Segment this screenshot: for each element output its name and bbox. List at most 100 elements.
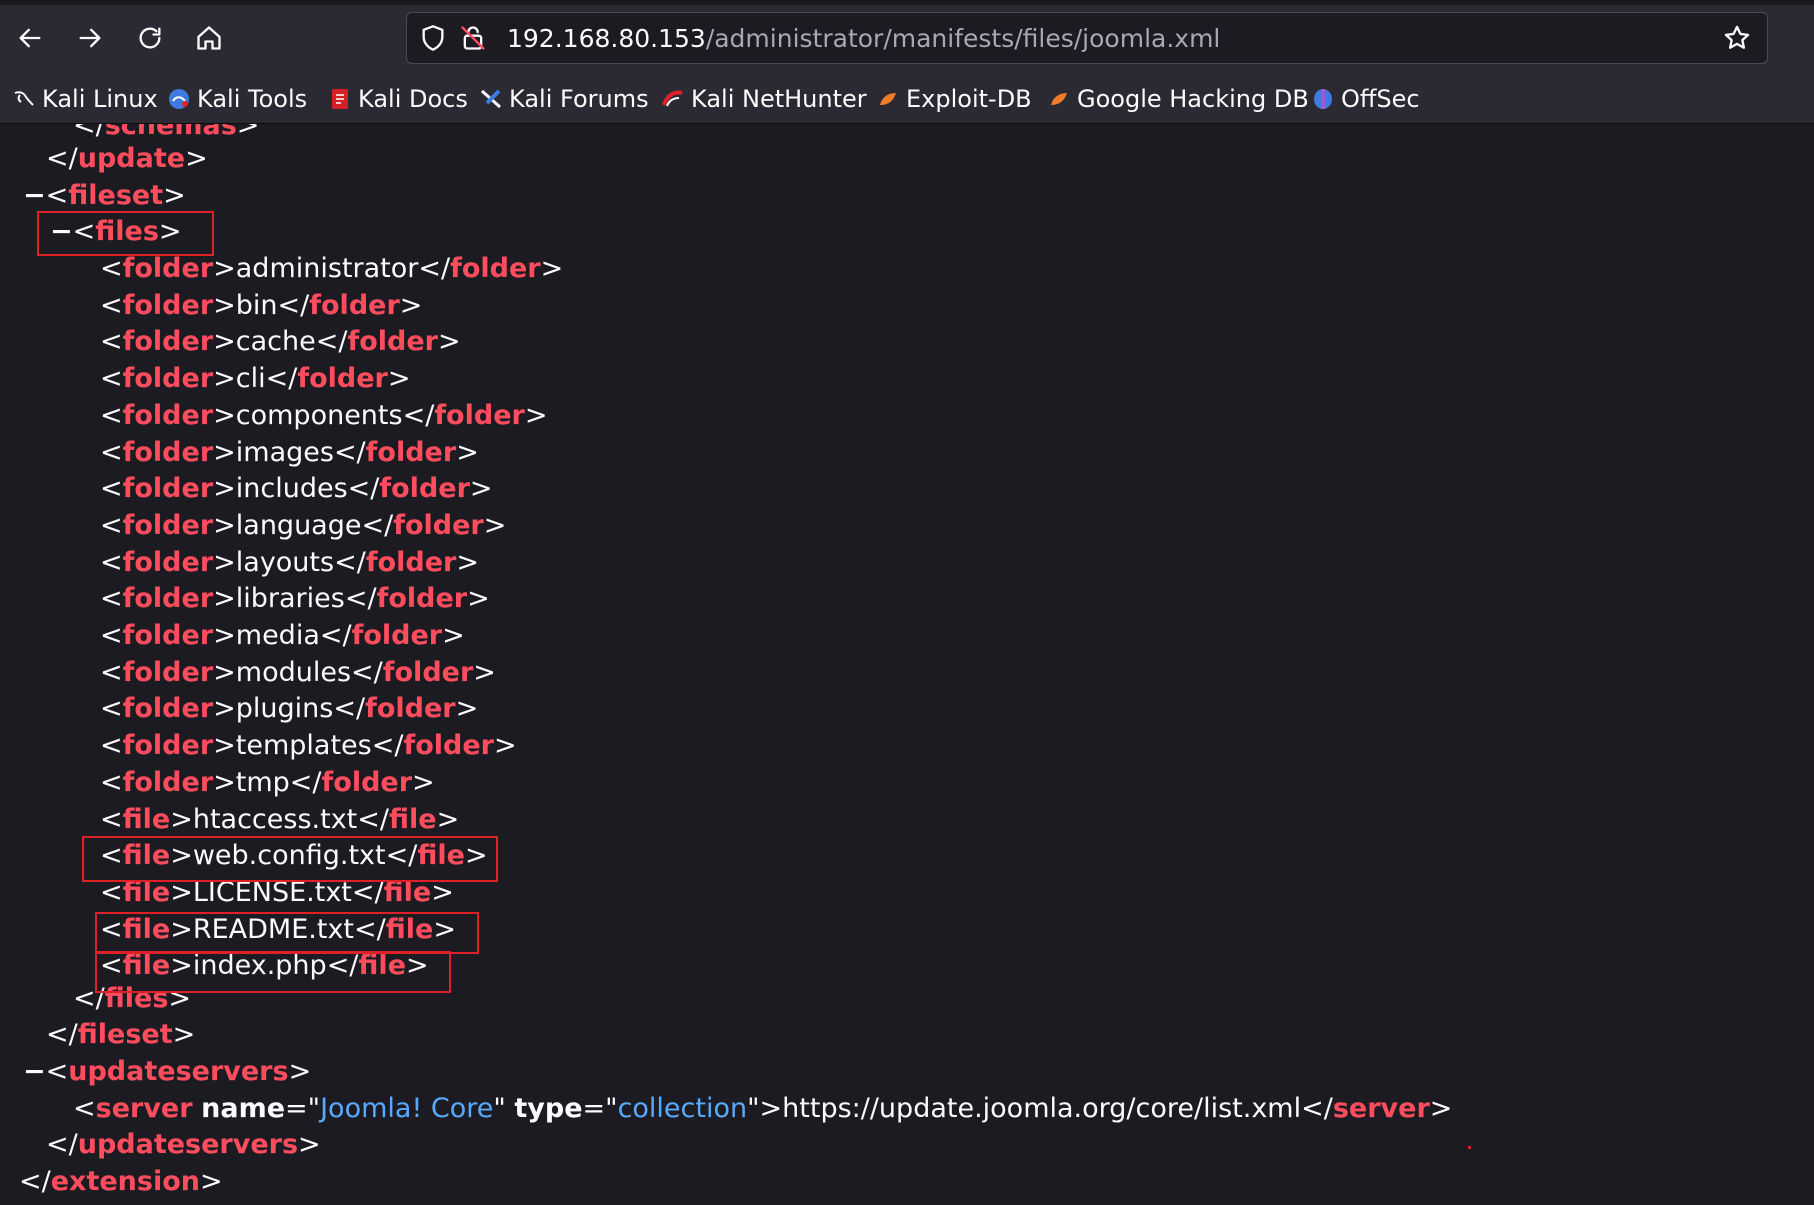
- tag-name: folder: [122, 693, 214, 724]
- home-icon: [197, 26, 221, 50]
- folder-entry: <folder>language</folder>: [100, 510, 507, 541]
- tag-name: folder: [351, 620, 443, 651]
- tag-name: folder: [122, 547, 214, 578]
- bookmark-offsec[interactable]: OffSec: [1311, 83, 1420, 115]
- folder-entry: <folder>bin</folder>: [100, 290, 423, 321]
- tag-name: folder: [379, 473, 470, 504]
- tag-name: folder: [297, 363, 388, 394]
- xml-server-line: <server name="Joomla! Core" type="collec…: [73, 1093, 1453, 1124]
- tag-name: updateservers: [68, 1056, 289, 1087]
- bookmarks-toolbar: Kali Linux Kali Tools Kali Docs Kali For…: [0, 75, 1814, 124]
- home-button[interactable]: [189, 18, 229, 58]
- collapse-toggle[interactable]: −: [23, 1056, 46, 1087]
- tag-name: folder: [347, 326, 438, 357]
- xml-updateservers-open[interactable]: −<updateservers>: [23, 1054, 311, 1090]
- folder-entry: <folder>images</folder>: [100, 437, 479, 468]
- tag-name: file: [389, 804, 437, 835]
- folder-entry: <folder>cache</folder>: [100, 326, 461, 357]
- tag-name: folder: [403, 730, 494, 761]
- xml-extension-close: </extension>: [19, 1166, 223, 1197]
- folder-entry: <folder>administrator</folder>: [100, 253, 564, 284]
- tag-name: folder: [434, 400, 525, 431]
- folder-name: bin: [235, 290, 278, 321]
- folder-entry: <folder>layouts</folder>: [100, 547, 479, 578]
- bookmark-kali-tools[interactable]: Kali Tools: [167, 83, 307, 115]
- kali-forums-icon: [481, 89, 501, 109]
- attr-name: name: [201, 1093, 286, 1124]
- browser-toolbar: 192.168.80.153/administrator/manifests/f…: [0, 0, 1814, 75]
- bookmark-label: Exploit-DB: [906, 85, 1032, 113]
- folder-entry: <folder>plugins</folder>: [100, 693, 479, 724]
- tag-name: server: [1332, 1093, 1430, 1124]
- highlight-box-readme: [95, 912, 479, 954]
- bookmark-kali-linux[interactable]: Kali Linux: [12, 83, 158, 115]
- tag-name: folder: [376, 583, 468, 614]
- tag-name: server: [95, 1093, 193, 1124]
- url-host: 192.168.80.153: [507, 24, 706, 53]
- folder-name: components: [235, 400, 403, 431]
- star-icon[interactable]: [1723, 24, 1751, 52]
- bookmark-google-hacking-db[interactable]: Google Hacking DB: [1047, 83, 1309, 115]
- file-name: htaccess.txt: [192, 804, 358, 835]
- tag-name: folder: [122, 290, 214, 321]
- folder-entry: <folder>cli</folder>: [100, 363, 411, 394]
- offsec-icon: [1314, 89, 1332, 109]
- back-button[interactable]: [10, 18, 50, 58]
- tag-name: folder: [122, 473, 214, 504]
- tag-name: folder: [122, 620, 214, 651]
- bookmark-label: Kali NetHunter: [691, 85, 867, 113]
- tag-name: fileset: [68, 180, 164, 211]
- bookmark-label: Kali Forums: [509, 85, 649, 113]
- folder-name: administrator: [235, 253, 419, 284]
- folder-entry: <folder>tmp</folder>: [100, 767, 435, 798]
- tag-name: folder: [122, 657, 214, 688]
- folder-entry: <folder>includes</folder>: [100, 473, 493, 504]
- ghdb-icon: [1051, 93, 1067, 105]
- reload-icon: [139, 27, 161, 49]
- url-bar[interactable]: 192.168.80.153/administrator/manifests/f…: [406, 12, 1768, 64]
- tag-name: folder: [365, 547, 457, 578]
- tag-name: folder: [393, 510, 484, 541]
- tag-name: updateservers: [77, 1129, 299, 1160]
- bookmark-kali-forums[interactable]: Kali Forums: [479, 83, 649, 115]
- forward-icon: [79, 28, 101, 48]
- xml-updateservers-close: </updateservers>: [46, 1129, 321, 1160]
- tag-name: extension: [50, 1166, 200, 1197]
- folder-name: images: [235, 437, 334, 468]
- attr-name: type: [514, 1093, 583, 1124]
- file-entry: <file>htaccess.txt</file>: [100, 804, 460, 835]
- bookmark-kali-docs[interactable]: Kali Docs: [328, 83, 468, 115]
- forward-button[interactable]: [70, 18, 110, 58]
- collapse-toggle[interactable]: −: [23, 180, 46, 211]
- xml-fileset-open[interactable]: −<fileset>: [23, 178, 186, 214]
- bookmark-label: OffSec: [1341, 85, 1420, 113]
- shield-icon[interactable]: [419, 24, 447, 52]
- bookmark-kali-nethunter[interactable]: Kali NetHunter: [661, 83, 867, 115]
- bookmark-exploit-db[interactable]: Exploit-DB: [876, 83, 1032, 115]
- folder-name: libraries: [235, 583, 345, 614]
- server-url-text: https://update.joomla.org/core/list.xml: [782, 1093, 1302, 1124]
- tag-name: schemas: [104, 124, 237, 141]
- tag-name: folder: [122, 583, 214, 614]
- tag-name: folder: [122, 510, 214, 541]
- folder-entry: <folder>media</folder>: [100, 620, 465, 651]
- exploit-db-icon: [880, 93, 896, 105]
- folder-entry: <folder>libraries</folder>: [100, 583, 490, 614]
- xml-update-close: </update>: [46, 143, 208, 174]
- folder-name: plugins: [235, 693, 334, 724]
- tag-name: file: [122, 804, 171, 835]
- url-text[interactable]: 192.168.80.153/administrator/manifests/f…: [507, 25, 1220, 53]
- reload-button[interactable]: [130, 18, 170, 58]
- tag-name: folder: [450, 253, 541, 284]
- bookmark-label: Kali Docs: [358, 85, 468, 113]
- bookmark-label: Google Hacking DB: [1077, 85, 1309, 113]
- insecure-lock-icon[interactable]: [459, 24, 487, 52]
- url-path: /administrator/manifests/files/joomla.xm…: [705, 24, 1221, 53]
- back-icon: [19, 28, 41, 48]
- bookmark-label: Kali Linux: [42, 85, 158, 113]
- folder-name: cache: [235, 326, 316, 357]
- highlight-box-files: [37, 211, 214, 256]
- folder-name: includes: [235, 473, 348, 504]
- tag-name: folder: [122, 400, 214, 431]
- tag-name: folder: [122, 363, 214, 394]
